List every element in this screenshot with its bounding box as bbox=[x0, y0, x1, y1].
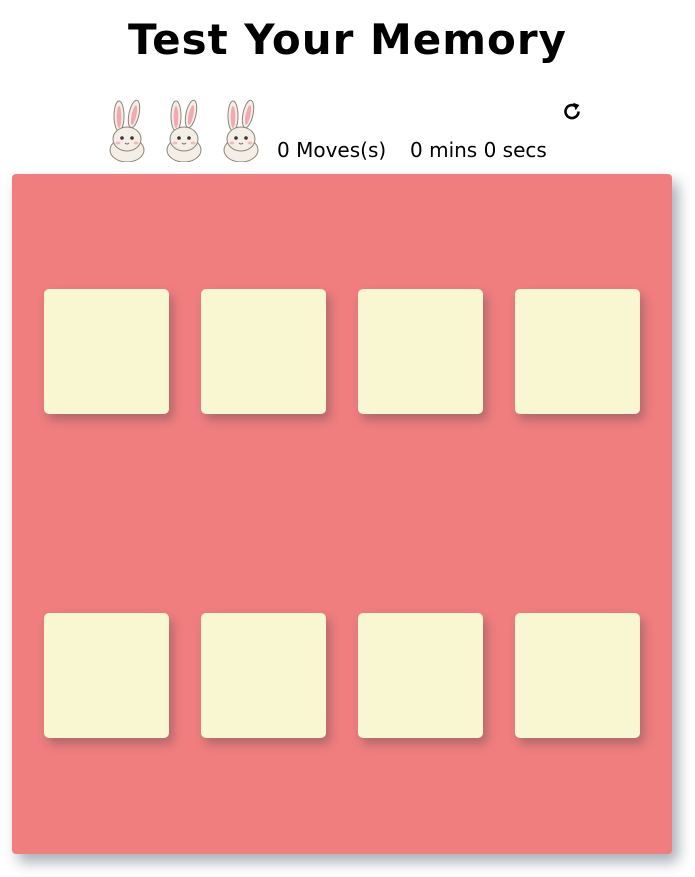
score-panel: 0 Moves(s) 0 mins 0 secs bbox=[0, 96, 695, 166]
page-title: Test Your Memory bbox=[128, 15, 567, 64]
memory-card[interactable] bbox=[201, 613, 326, 738]
bunny-icon bbox=[104, 98, 150, 162]
moves-count: 0 bbox=[277, 138, 290, 162]
memory-card[interactable] bbox=[515, 289, 640, 414]
memory-card[interactable] bbox=[201, 289, 326, 414]
card-deck bbox=[12, 174, 672, 854]
memory-card[interactable] bbox=[358, 613, 483, 738]
moves-label: Moves(s) bbox=[296, 138, 387, 162]
bunny-icon bbox=[218, 98, 264, 162]
memory-card[interactable] bbox=[44, 613, 169, 738]
bunny-icon bbox=[161, 98, 207, 162]
restart-icon[interactable] bbox=[560, 100, 584, 124]
memory-card[interactable] bbox=[44, 289, 169, 414]
moves-counter: 0 Moves(s) bbox=[277, 138, 386, 162]
timer: 0 mins 0 secs bbox=[410, 138, 547, 162]
star-rating bbox=[104, 98, 274, 162]
memory-card[interactable] bbox=[515, 613, 640, 738]
memory-card[interactable] bbox=[358, 289, 483, 414]
